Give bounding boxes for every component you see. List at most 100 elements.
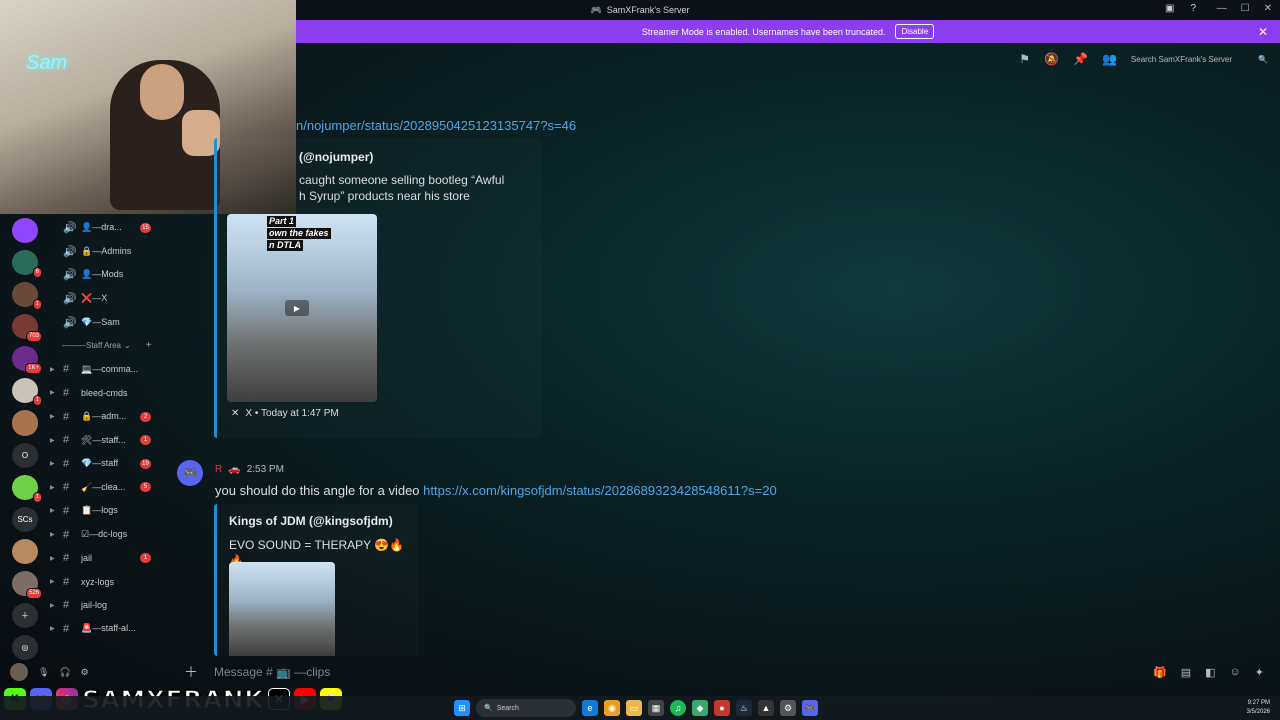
start-icon[interactable]: ⊞ [454,700,470,716]
pinned-messages-icon[interactable]: 📌 [1073,52,1088,66]
close-icon[interactable]: ✕ [1258,25,1268,39]
app-icon[interactable]: ● [714,700,730,716]
add-channel-icon[interactable]: + [146,340,152,351]
text-channel[interactable]: ▶ # ☑—dc-logs [50,523,166,547]
maximize-button[interactable]: ☐ [1241,3,1250,14]
discord-taskbar-icon[interactable]: 🎮 [802,700,818,716]
discover-icon[interactable]: ◎ [12,635,38,661]
channel-name: ❌—X [81,293,107,304]
chrome-icon[interactable]: ◉ [604,700,620,716]
attach-icon[interactable]: ＋ [184,662,198,682]
taskbar-search[interactable]: 🔍 Search [476,699,576,717]
avatar[interactable]: 🎮 [177,460,203,486]
embed-title[interactable]: (@nojumper) [299,150,373,164]
text-channel[interactable]: ▶ # 🧹—clea... 5 [50,476,166,500]
gift-icon[interactable]: 🎁 [1153,666,1167,679]
author-name[interactable]: R [215,464,222,475]
app-icon[interactable]: ▲ [758,700,774,716]
microphone-icon[interactable]: 🎙 [38,667,49,678]
text-channel[interactable]: ▶ # bleed-cmds [50,381,166,405]
channel-emoji: 🚨 [81,623,93,634]
edge-icon[interactable]: e [582,700,598,716]
channel-name: 👤—dra... [81,222,122,233]
server-icon[interactable] [12,410,38,436]
mention-badge: 1 [140,435,151,446]
text-channel[interactable]: ▶ # 🔒—adm... 2 [50,405,166,429]
expand-arrow-icon[interactable]: ▶ [50,555,55,562]
text-channel[interactable]: ▶ # xyz-logs [50,570,166,594]
expand-arrow-icon[interactable]: ▶ [50,413,55,420]
settings-icon[interactable]: ⚙ [780,700,796,716]
expand-arrow-icon[interactable]: ▶ [50,625,55,632]
voice-channel[interactable]: 🔊 🔒—Admins [50,240,166,264]
spotify-icon[interactable]: ♫ [670,700,686,716]
server-icon[interactable]: 1 [12,474,42,503]
user-avatar[interactable] [10,663,28,681]
system-clock[interactable]: 9:27 PM 3/5/2026 [1247,699,1270,717]
emoji-icon[interactable]: ☺ [1230,666,1241,679]
text-channel[interactable]: ▶ # 🛠—staff... 1 [50,428,166,452]
text-channel[interactable]: ▶ # jail 1 [50,546,166,570]
expand-arrow-icon[interactable]: ▶ [50,460,55,467]
search-input[interactable]: Search SamXFrank's Server [1131,55,1232,64]
text-channel[interactable]: ▶ # 💻—comma... [50,358,166,382]
settings-icon[interactable]: ⚙ [81,667,89,678]
expand-arrow-icon[interactable]: ▶ [50,531,55,538]
channel-label: bleed-cmds [81,387,128,398]
expand-arrow-icon[interactable]: ▶ [50,507,55,514]
store-icon[interactable]: ▦ [648,700,664,716]
member-list-icon[interactable]: 👥 [1102,52,1117,66]
add-server-icon[interactable]: ＋ [12,602,38,629]
voice-channel[interactable]: 🔊 💎—Sam [50,310,166,334]
server-icon[interactable]: 703 [12,314,42,343]
voice-channel[interactable]: 🔊 👤—Mods [50,263,166,287]
server-icon[interactable]: 526 [12,570,42,599]
expand-arrow-icon[interactable]: ▶ [50,578,55,585]
sticker-icon[interactable]: ◧ [1205,666,1215,679]
steam-icon[interactable]: ♨ [736,700,752,716]
server-icon[interactable]: SCs [12,506,38,532]
video-thumbnail[interactable] [229,562,335,656]
mute-notifications-icon[interactable]: 🔕 [1044,52,1059,66]
server-icon[interactable]: 1 [12,378,42,407]
message-link[interactable]: https://x.com/kingsofjdm/status/20286893… [423,483,777,498]
expand-arrow-icon[interactable]: ▶ [50,602,55,609]
server-icon[interactable]: 6 [12,250,42,279]
channel-emoji: ❌ [81,293,93,304]
text-channel[interactable]: ▶ # 🚨—staff-al... [50,617,166,641]
file-explorer-icon[interactable]: ▭ [626,700,642,716]
video-caption: Part 1 [267,216,297,227]
play-icon[interactable]: ▶ [285,300,309,316]
titlebar-icons: ▣ ? [1165,3,1196,14]
expand-arrow-icon[interactable]: ▶ [50,366,55,373]
inbox-icon[interactable]: ▣ [1165,3,1174,14]
app-icon[interactable]: ◆ [692,700,708,716]
apps-icon[interactable]: ✦ [1255,666,1264,679]
headphones-icon[interactable]: 🎧 [59,667,70,678]
message-input[interactable] [214,662,1114,682]
minimize-button[interactable]: — [1217,3,1227,14]
voice-channel[interactable]: 🔊 ❌—X [50,287,166,311]
close-window-button[interactable]: ✕ [1264,3,1272,14]
text-channel[interactable]: ▶ # 📋—logs [50,499,166,523]
embed-title[interactable]: Kings of JDM (@kingsofjdm) [229,514,393,528]
server-icon[interactable]: 1 [12,282,42,311]
search-box[interactable]: Search SamXFrank's Server 🔍 [1131,55,1268,64]
help-icon[interactable]: ? [1190,3,1196,14]
gif-icon[interactable]: ▤ [1181,666,1191,679]
disable-button[interactable]: Disable [895,24,935,39]
server-icon[interactable] [12,218,38,244]
category-header[interactable]: ———Staff Area ⌄ + [50,334,166,358]
server-icon[interactable]: 1K+ [12,346,42,375]
server-icon[interactable]: O [12,442,38,468]
expand-arrow-icon[interactable]: ▶ [50,389,55,396]
server-icon[interactable] [12,538,38,564]
voice-channel[interactable]: 🔊 👤—dra... 15 [50,216,166,240]
video-thumbnail[interactable]: Part 1 own the fakes n DTLA ▶ [227,214,377,402]
message-link[interactable]: n/nojumper/status/2028950425123135747?s=… [296,118,576,133]
expand-arrow-icon[interactable]: ▶ [50,484,55,491]
text-channel[interactable]: ▶ # jail-log [50,594,166,618]
threads-icon[interactable]: ⚑ [1019,52,1030,66]
expand-arrow-icon[interactable]: ▶ [50,437,55,444]
text-channel[interactable]: ▶ # 💎—staff 19 [50,452,166,476]
